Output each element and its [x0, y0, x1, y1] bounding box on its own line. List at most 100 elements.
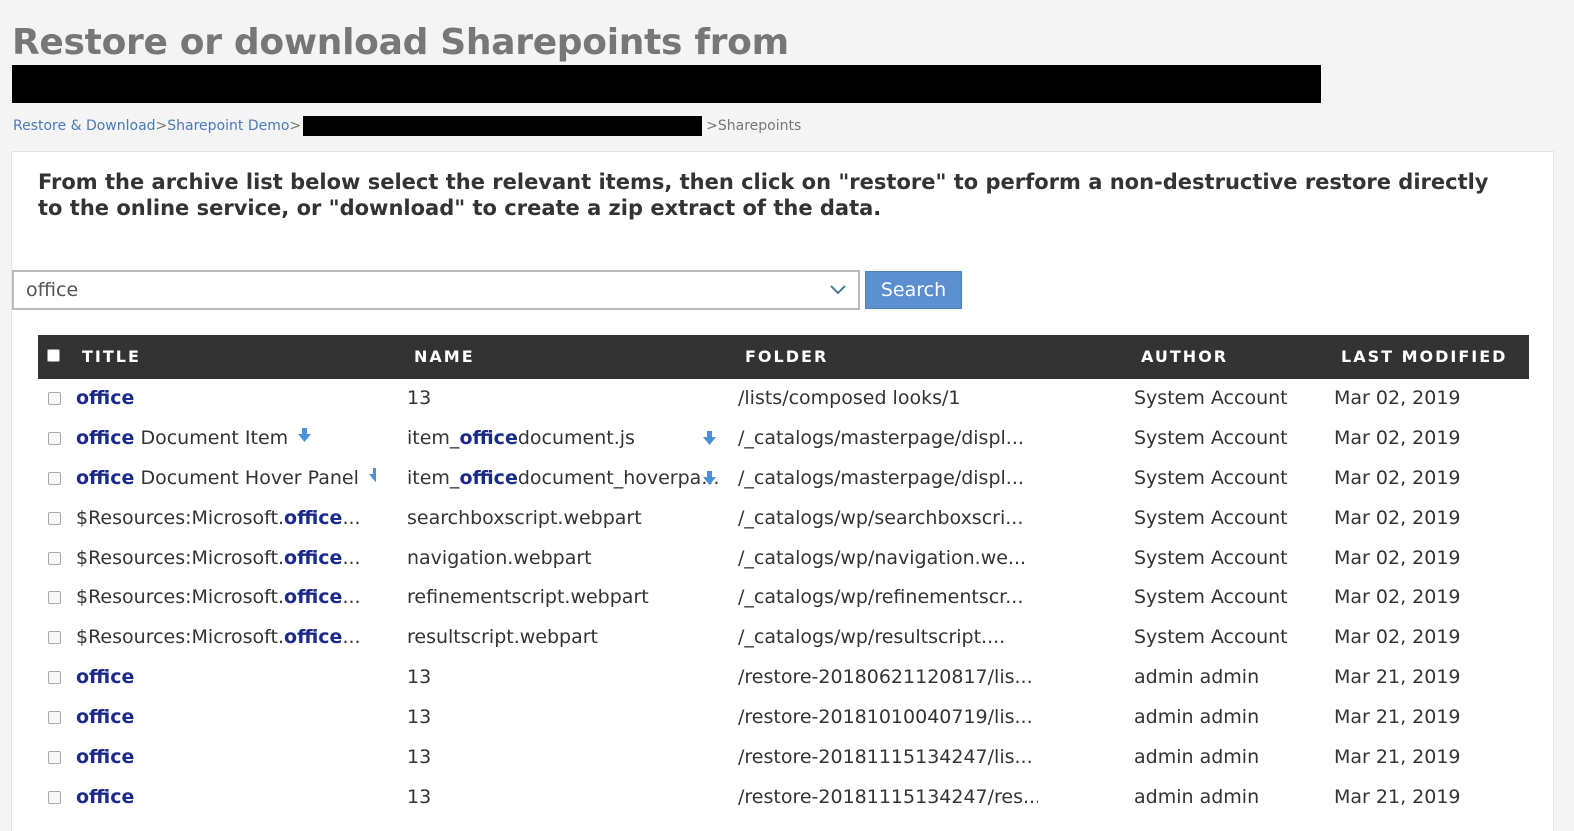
- search-highlight: office: [76, 387, 135, 409]
- search-combobox[interactable]: [12, 270, 860, 310]
- row-checkbox[interactable]: [48, 790, 61, 804]
- chevron-down-icon[interactable]: [818, 272, 858, 308]
- redacted-title-block: [12, 65, 1321, 103]
- row-checkbox[interactable]: [48, 551, 61, 565]
- cell-folder: /restore-20181115134247/res...: [738, 785, 1038, 808]
- table-row[interactable]: office 13/restore-20181010040719/lis... ad…: [38, 698, 1529, 738]
- cell-title[interactable]: office: [76, 379, 376, 419]
- row-checkbox[interactable]: [48, 511, 61, 525]
- breadcrumb-separator: >: [155, 118, 168, 134]
- search-button[interactable]: Search: [865, 271, 962, 309]
- breadcrumb-restore-download[interactable]: Restore & Download: [13, 118, 156, 134]
- search-highlight: office: [284, 546, 343, 569]
- cell-author: System Account: [1134, 546, 1288, 569]
- search-highlight: office: [76, 666, 135, 689]
- cell-folder: /restore-20180621120817/lis...: [738, 666, 1033, 689]
- cell-author: System Account: [1134, 626, 1288, 649]
- archive-panel: From the archive list below select the r…: [11, 151, 1554, 831]
- cell-title[interactable]: $Resources:Microsoft.office...: [76, 539, 376, 579]
- search-highlight: office: [76, 706, 135, 729]
- search-highlight: office: [284, 506, 343, 529]
- column-header-name[interactable]: NAME: [414, 335, 475, 379]
- breadcrumb-separator: >: [706, 118, 718, 134]
- cell-name: 13: [407, 666, 432, 689]
- select-all-checkbox[interactable]: [47, 349, 60, 362]
- table-row[interactable]: office Document Item item_officedocument.…: [38, 419, 1529, 459]
- cell-folder: /_catalogs/wp/refinementscr...: [738, 586, 1024, 609]
- cell-author: System Account: [1134, 426, 1288, 449]
- row-checkbox[interactable]: [48, 751, 61, 765]
- row-checkbox[interactable]: [48, 471, 61, 485]
- row-checkbox[interactable]: [48, 392, 61, 405]
- instructions-text: From the archive list below select the r…: [38, 170, 1489, 220]
- cell-title[interactable]: office: [76, 658, 376, 698]
- cell-name: refinementscript.webpart: [407, 586, 649, 609]
- cell-last-modified: Mar 21, 2019: [1334, 746, 1461, 769]
- cell-folder: /lists/composed looks/1: [738, 387, 961, 409]
- search-highlight: office: [76, 746, 135, 769]
- cell-name: navigation.webpart: [407, 546, 592, 569]
- search-highlight: office: [76, 785, 135, 808]
- table-body: office 13/lists/composed looks/1 System Ac…: [38, 379, 1529, 818]
- table-row[interactable]: $Resources:Microsoft.office... refinement…: [38, 578, 1529, 618]
- cell-author: admin admin: [1134, 706, 1260, 729]
- cell-last-modified: Mar 21, 2019: [1334, 706, 1461, 729]
- cell-author: System Account: [1134, 387, 1288, 409]
- table-header: TITLE NAME FOLDER AUTHOR LAST MODIFIED: [38, 335, 1529, 379]
- download-arrow-icon[interactable]: [703, 470, 716, 489]
- column-header-title[interactable]: TITLE: [82, 335, 141, 379]
- cell-last-modified: Mar 21, 2019: [1334, 666, 1461, 689]
- cell-name: 13: [407, 746, 432, 769]
- table-row[interactable]: $Resources:Microsoft.office... resultscri…: [38, 618, 1529, 658]
- cell-name: item_officedocument_hoverpa...: [407, 466, 720, 489]
- cell-title[interactable]: office: [76, 778, 376, 818]
- row-checkbox[interactable]: [48, 711, 61, 725]
- cell-title[interactable]: $Resources:Microsoft.office...: [76, 499, 376, 539]
- cell-folder: /restore-20181010040719/lis...: [738, 706, 1033, 729]
- cell-folder: /_catalogs/masterpage/displ...: [738, 426, 1024, 449]
- cell-title[interactable]: office: [76, 698, 376, 738]
- table-row[interactable]: $Resources:Microsoft.office... navigation…: [38, 539, 1529, 579]
- search-highlight: office: [459, 426, 518, 449]
- row-checkbox[interactable]: [48, 431, 61, 445]
- download-arrow-icon[interactable]: [298, 419, 312, 457]
- cell-folder: /_catalogs/masterpage/displ...: [738, 466, 1024, 489]
- breadcrumb-sharepoint-demo[interactable]: Sharepoint Demo: [167, 118, 289, 134]
- row-checkbox[interactable]: [48, 591, 61, 605]
- breadcrumb-separator: >: [289, 118, 302, 134]
- table-row[interactable]: $Resources:Microsoft.office... searchboxs…: [38, 499, 1529, 539]
- column-header-folder[interactable]: FOLDER: [745, 335, 828, 379]
- page-title: Restore or download Sharepoints from: [12, 22, 789, 63]
- download-arrow-icon[interactable]: [703, 430, 716, 449]
- table-row[interactable]: office 13/lists/composed looks/1 System Ac…: [38, 379, 1529, 419]
- cell-folder: /_catalogs/wp/resultscript....: [738, 626, 1006, 649]
- cell-title[interactable]: office Document Item: [76, 419, 376, 459]
- table-row[interactable]: office 13/restore-20180621120817/lis... ad…: [38, 658, 1529, 698]
- row-checkbox[interactable]: [48, 631, 61, 645]
- row-checkbox[interactable]: [48, 671, 61, 685]
- cell-folder: /_catalogs/wp/navigation.we...: [738, 546, 1027, 569]
- cell-title[interactable]: $Resources:Microsoft.office...: [76, 578, 376, 618]
- cell-name: 13: [407, 785, 432, 808]
- cell-title[interactable]: office Document Hover Panel: [76, 459, 376, 499]
- redacted-breadcrumb-block: [303, 116, 703, 136]
- cell-last-modified: Mar 02, 2019: [1334, 387, 1461, 409]
- search-highlight: office: [459, 466, 518, 489]
- search-input[interactable]: [14, 272, 818, 308]
- table-row[interactable]: office 13/restore-20181115134247/res... ad…: [38, 778, 1529, 818]
- search-highlight: office: [76, 426, 135, 449]
- table-row[interactable]: office Document Hover Panel item_officedo…: [38, 459, 1529, 499]
- cell-name: 13: [407, 706, 432, 729]
- column-header-author[interactable]: AUTHOR: [1141, 335, 1228, 379]
- table-row[interactable]: office 13/restore-20181115134247/lis... ad…: [38, 738, 1529, 778]
- cell-title[interactable]: office: [76, 738, 376, 778]
- cell-name: 13: [407, 387, 432, 409]
- cell-title[interactable]: $Resources:Microsoft.office...: [76, 618, 376, 658]
- cell-folder: /restore-20181115134247/lis...: [738, 746, 1033, 769]
- cell-author: admin admin: [1134, 746, 1260, 769]
- cell-name: resultscript.webpart: [407, 626, 598, 649]
- archive-table: TITLE NAME FOLDER AUTHOR LAST MODIFIED o…: [38, 335, 1529, 818]
- column-header-last-modified[interactable]: LAST MODIFIED: [1341, 335, 1507, 379]
- download-arrow-icon[interactable]: [368, 459, 376, 497]
- cell-last-modified: Mar 02, 2019: [1334, 506, 1461, 529]
